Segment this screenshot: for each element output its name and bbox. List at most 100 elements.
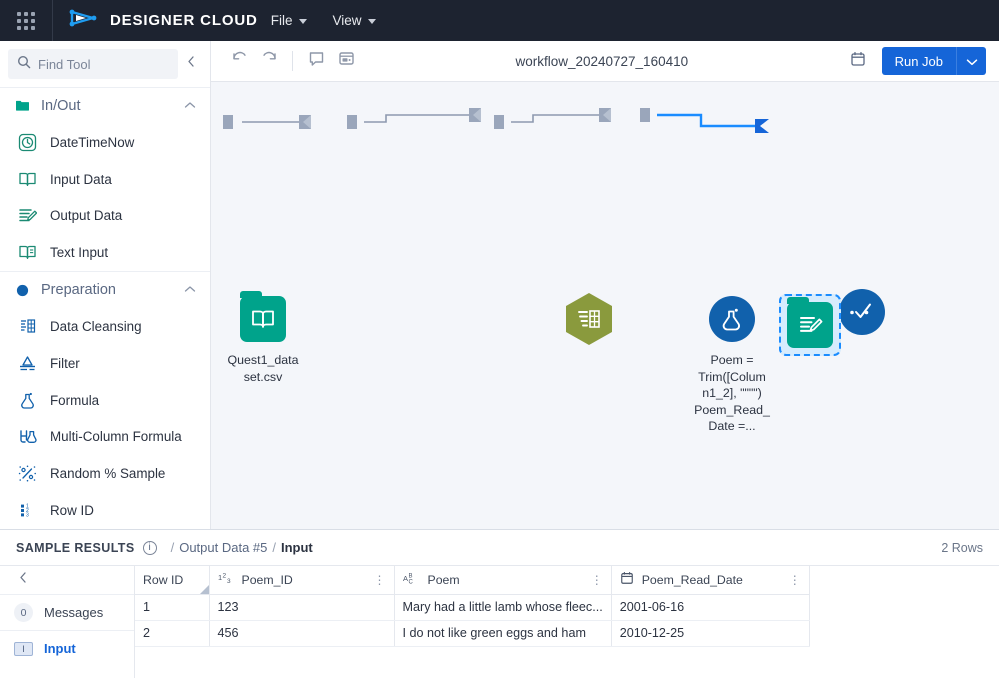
- formula-icon: [722, 308, 740, 331]
- search-box[interactable]: [8, 49, 178, 79]
- sidebar-item-datetimenow[interactable]: DateTimeNow: [0, 124, 210, 161]
- results-table-wrap[interactable]: Row ID 1 2 3 Poem_ID ⋮ A B C Poem ⋮ Poem…: [135, 566, 999, 678]
- canvas-node-select[interactable]: [839, 289, 885, 335]
- check-data-icon: [850, 303, 871, 318]
- column-menu-icon[interactable]: ⋮: [591, 573, 603, 587]
- data-cleansing-node-icon[interactable]: [566, 293, 612, 345]
- results-collapse-button[interactable]: [0, 566, 134, 594]
- apps-grid-button[interactable]: [0, 0, 52, 41]
- results-tab-label: Input: [44, 641, 76, 656]
- column-header-row-id[interactable]: Row ID: [135, 566, 210, 595]
- workflow-canvas[interactable]: Quest1_data set.csv Poem = Trim([Colum n…: [211, 82, 999, 529]
- results-body: 0 Messages I Input Row ID 1 2 3 Poem_ID …: [0, 566, 999, 678]
- canvas-node-input-data[interactable]: Quest1_data set.csv: [228, 291, 298, 384]
- results-side-nav: 0 Messages I Input: [0, 566, 135, 678]
- results-panel: SAMPLE RESULTS i / Output Data #5 / Inpu…: [0, 529, 999, 678]
- sidebar-item-filter[interactable]: Filter: [0, 345, 210, 382]
- output-data-icon: [800, 317, 823, 332]
- column-menu-icon[interactable]: ⋮: [789, 573, 801, 587]
- sidebar-item-input-data[interactable]: Input Data: [0, 161, 210, 198]
- sidebar-item-formula[interactable]: Formula: [0, 382, 210, 419]
- rows-count-label: 2 Rows: [941, 540, 983, 555]
- info-icon[interactable]: i: [142, 540, 157, 555]
- brand-area[interactable]: DESIGNER CLOUD: [53, 8, 258, 33]
- svg-text:3: 3: [26, 512, 29, 518]
- column-header-poem-read-date[interactable]: Poem_Read_Date ⋮: [611, 566, 810, 595]
- run-job-button[interactable]: Run Job: [881, 47, 956, 75]
- cell-row-id: 1: [135, 594, 210, 621]
- sidebar-item-label: Data Cleansing: [50, 318, 142, 334]
- category-header-inout[interactable]: In/Out: [0, 87, 210, 124]
- chevron-up-icon[interactable]: [184, 100, 196, 112]
- sample-results-title: SAMPLE RESULTS: [16, 540, 135, 555]
- input-data-node-icon[interactable]: [240, 291, 286, 342]
- sidebar-item-label: DateTimeNow: [50, 134, 135, 150]
- sidebar-item-random-sample[interactable]: Random % Sample: [0, 455, 210, 492]
- cell-row-id: 2: [135, 620, 210, 647]
- menu-view-label: View: [332, 13, 362, 28]
- table-row[interactable]: 1 123 Mary had a little lamb whose fleec…: [135, 594, 810, 621]
- category-header-preparation[interactable]: Preparation: [0, 271, 210, 308]
- column-label: Poem_Read_Date: [641, 572, 743, 587]
- breadcrumb-input[interactable]: Input: [281, 540, 313, 555]
- numeric-type-icon: 1 2 3: [218, 571, 234, 588]
- sidebar-item-label: Row ID: [50, 503, 94, 519]
- redo-button[interactable]: [254, 46, 284, 76]
- tool-palette-sidebar: In/Out DateTimeNow Input: [0, 41, 211, 529]
- search-row: [0, 41, 210, 87]
- menu-view[interactable]: View: [320, 0, 389, 41]
- folder-marker-icon: [16, 99, 29, 112]
- canvas-node-label: Quest1_data set.csv: [227, 353, 299, 384]
- toolbar-divider: [292, 51, 293, 71]
- cell-poem-id: 123: [209, 594, 395, 621]
- breadcrumb-output-data[interactable]: Output Data #5: [179, 540, 267, 555]
- sidebar-item-row-id[interactable]: 1 2 3 Row ID: [0, 492, 210, 529]
- results-tab-messages[interactable]: 0 Messages: [0, 594, 134, 630]
- sidebar-item-label: Output Data: [50, 208, 123, 224]
- multi-column-formula-icon: [17, 427, 37, 447]
- messages-count-badge: 0: [14, 603, 33, 622]
- table-header-row: Row ID 1 2 3 Poem_ID ⋮ A B C Poem ⋮ Poem…: [135, 566, 810, 595]
- panel-layout-icon: [338, 50, 355, 72]
- cell-poem-read-date: 2001-06-16: [611, 594, 810, 621]
- column-header-poem[interactable]: A B C Poem ⋮: [394, 566, 612, 595]
- comment-button[interactable]: [301, 46, 331, 76]
- sidebar-collapse-button[interactable]: [178, 49, 204, 79]
- canvas-area: workflow_20240727_160410 Run Job Quest1_…: [211, 41, 999, 529]
- formula-node-icon[interactable]: [709, 296, 755, 342]
- sidebar-item-output-data[interactable]: Output Data: [0, 198, 210, 235]
- brand-title: DESIGNER CLOUD: [110, 12, 258, 29]
- canvas-node-data-cleansing[interactable]: [566, 293, 612, 345]
- sidebar-item-data-cleansing[interactable]: Data Cleansing: [0, 308, 210, 345]
- sidebar-item-text-input[interactable]: Text Input: [0, 234, 210, 271]
- datetimenow-icon: [17, 132, 37, 152]
- chevron-up-icon[interactable]: [184, 284, 196, 296]
- category-label-preparation: Preparation: [41, 282, 116, 299]
- schedule-button[interactable]: [843, 46, 873, 76]
- workflow-title: workflow_20240727_160410: [515, 53, 689, 69]
- canvas-node-formula[interactable]: Poem = Trim([Colum n1_2], """") Poem_Rea…: [694, 296, 770, 433]
- menu-file[interactable]: File: [258, 0, 320, 41]
- chevron-left-icon: [186, 55, 197, 73]
- results-tab-input[interactable]: I Input: [0, 630, 134, 666]
- input-data-icon: [252, 310, 274, 328]
- column-header-poem-id[interactable]: 1 2 3 Poem_ID ⋮: [209, 566, 395, 595]
- panel-layout-button[interactable]: [331, 46, 361, 76]
- apps-grid-icon: [17, 11, 35, 30]
- canvas-toolbar: workflow_20240727_160410 Run Job: [211, 41, 999, 82]
- redo-icon: [261, 50, 278, 72]
- undo-button[interactable]: [224, 46, 254, 76]
- designer-cloud-logo: [69, 8, 99, 33]
- check-data-node-icon[interactable]: [839, 289, 885, 335]
- sidebar-item-label: Text Input: [50, 245, 109, 261]
- table-row[interactable]: 2 456 I do not like green eggs and ham 2…: [135, 620, 810, 647]
- chevron-left-icon: [18, 571, 29, 589]
- main-body: In/Out DateTimeNow Input: [0, 41, 999, 529]
- run-job-dropdown-button[interactable]: [956, 47, 986, 75]
- output-data-node-icon[interactable]: [787, 297, 833, 348]
- column-menu-icon[interactable]: ⋮: [374, 573, 386, 587]
- sidebar-item-multi-column-formula[interactable]: Multi-Column Formula: [0, 419, 210, 456]
- output-data-icon: [17, 206, 37, 226]
- sidebar-item-label: Filter: [50, 355, 80, 371]
- search-input[interactable]: [38, 56, 169, 72]
